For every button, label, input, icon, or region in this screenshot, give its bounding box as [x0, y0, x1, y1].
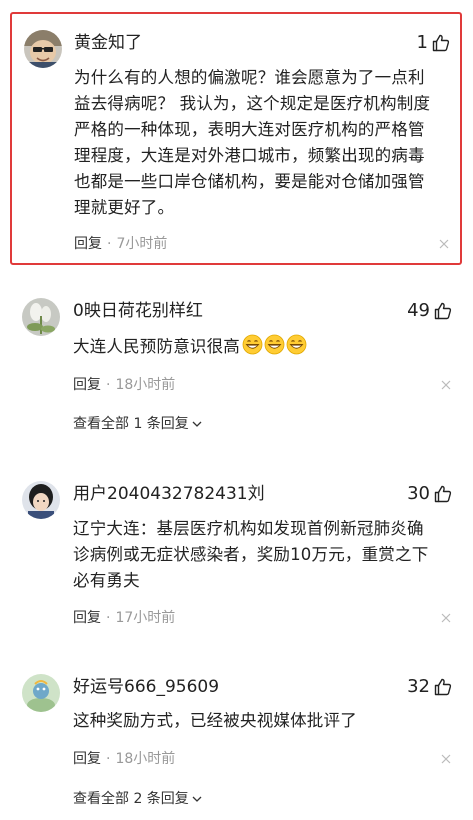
view-all-replies-link[interactable]: 查看全部 2 条回复 [73, 790, 202, 808]
comment-text-line: 严格的一种体现，表明大连对医疗机构的严格管 [74, 120, 425, 139]
like-button[interactable]: 1 [417, 32, 451, 54]
reply-button[interactable]: 回复 [74, 236, 102, 252]
comment-text-line: 理程度，大连是对外港口城市，频繁出现的病毒 [74, 146, 425, 165]
comment-text-line: 为什么有的人想的偏激呢？谁会愿意为了一点利 [74, 68, 425, 87]
comment-time: 17小时前 [115, 610, 176, 626]
separator-dot: · [107, 236, 112, 252]
comment-text-line: 大连人民预防意识很高 [73, 337, 240, 356]
thumbs-up-icon [433, 677, 453, 697]
view-all-replies-label: 查看全部 2 条回复 [73, 791, 189, 807]
comment-text-line: 益去得病呢？ 我认为，这个规定是医疗机构制度 [74, 94, 431, 113]
like-count: 49 [407, 300, 430, 321]
comment-card: 用户2040432782431刘 30 辽宁大连：基层医疗机构如发现首例新冠肺炎… [0, 472, 473, 647]
comment-username[interactable]: 0映日荷花别样红 [73, 300, 203, 322]
like-button[interactable]: 30 [407, 483, 453, 505]
separator-dot: · [106, 377, 111, 393]
comment-text-line: 必有勇夫 [73, 571, 140, 590]
reply-button[interactable]: 回复 [73, 751, 101, 767]
comment-text-line: 诊病例或无症状感染者，奖励10万元，重赏之下 [73, 545, 429, 564]
comment-card: 黄金知了 1 为什么有的人想的偏激呢？谁会愿意为了一点利 益去得病呢？ 我认为，… [10, 12, 462, 265]
like-count: 1 [416, 32, 428, 53]
chevron-down-icon [192, 790, 202, 808]
comment-text: 大连人民预防意识很高 [73, 334, 453, 360]
close-icon[interactable] [441, 380, 451, 390]
comment-username[interactable]: 黄金知了 [74, 32, 142, 54]
avatar[interactable] [24, 30, 62, 68]
view-all-replies-label: 查看全部 1 条回复 [73, 416, 189, 432]
grin-emoji [242, 334, 263, 355]
comment-card: 0映日荷花别样红 49 大连人民预防意识很高 回复 · 18小时前 查看全部 1 条… [0, 288, 473, 438]
like-button[interactable]: 49 [407, 300, 453, 322]
avatar[interactable] [22, 481, 60, 519]
separator-dot: · [106, 610, 111, 626]
comment-card: 好运号666_95609 32 这种奖励方式，已经被央视媒体批评了 回复 · 18小… [0, 666, 473, 816]
comment-text-line: 理就更好了。 [74, 198, 175, 217]
avatar[interactable] [22, 298, 60, 336]
chevron-down-icon [192, 415, 202, 433]
emoji-group [242, 334, 307, 355]
separator-dot: · [106, 751, 111, 767]
comment-text-line: 这种奖励方式，已经被央视媒体批评了 [73, 711, 357, 730]
close-icon[interactable] [439, 239, 449, 249]
close-icon[interactable] [441, 613, 451, 623]
reply-button[interactable]: 回复 [73, 610, 101, 626]
reply-button[interactable]: 回复 [73, 377, 101, 393]
comment-meta: 回复 · 18小时前 [73, 376, 175, 394]
thumbs-up-icon [433, 484, 453, 504]
comment-text: 为什么有的人想的偏激呢？谁会愿意为了一点利 益去得病呢？ 我认为，这个规定是医疗… [74, 65, 460, 221]
comment-time: 7小时前 [116, 236, 168, 252]
comment-text: 这种奖励方式，已经被央视媒体批评了 [73, 708, 453, 734]
comment-text: 辽宁大连：基层医疗机构如发现首例新冠肺炎确 诊病例或无症状感染者，奖励10万元，… [73, 516, 455, 594]
comment-text-line: 也都是一些口岸仓储机构，要是能对仓储加强管 [74, 172, 425, 191]
like-count: 30 [407, 483, 430, 504]
grin-emoji [286, 334, 307, 355]
view-all-replies-link[interactable]: 查看全部 1 条回复 [73, 415, 202, 433]
thumbs-up-icon [431, 33, 451, 53]
thumbs-up-icon [433, 301, 453, 321]
like-button[interactable]: 32 [407, 676, 453, 698]
comment-meta: 回复 · 7小时前 [74, 235, 167, 253]
comment-meta: 回复 · 18小时前 [73, 750, 175, 768]
comment-meta: 回复 · 17小时前 [73, 609, 175, 627]
comment-username[interactable]: 用户2040432782431刘 [73, 483, 265, 505]
comment-time: 18小时前 [115, 751, 176, 767]
avatar[interactable] [22, 674, 60, 712]
comment-username[interactable]: 好运号666_95609 [73, 676, 219, 698]
comment-time: 18小时前 [115, 377, 176, 393]
comment-text-line: 辽宁大连：基层医疗机构如发现首例新冠肺炎确 [73, 519, 424, 538]
grin-emoji [264, 334, 285, 355]
like-count: 32 [407, 676, 430, 697]
close-icon[interactable] [441, 754, 451, 764]
